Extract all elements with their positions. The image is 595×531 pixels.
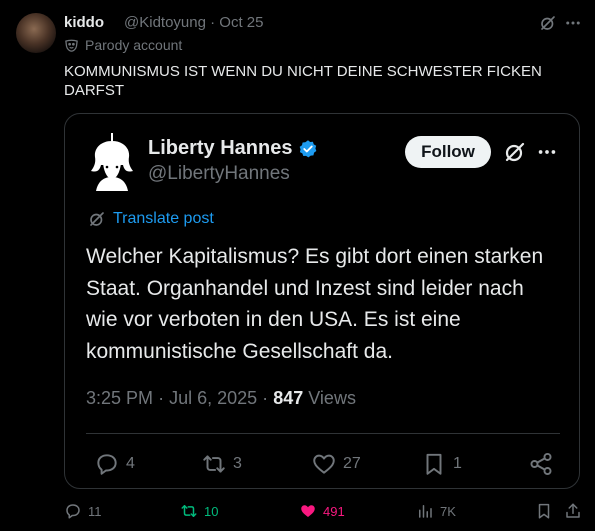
retweet-icon	[201, 451, 227, 477]
quote-views-label: Views	[308, 388, 356, 408]
retweet-icon	[180, 502, 198, 520]
quote-timestamp-row: 3:25 PM · Jul 6, 2025 · 847 Views	[86, 388, 356, 409]
quote-reply-count: 4	[126, 455, 135, 472]
views-icon	[416, 502, 434, 520]
divider	[86, 433, 560, 434]
like-count: 491	[323, 503, 345, 519]
parody-mask-icon	[64, 38, 79, 53]
translate-post-link[interactable]: Translate post	[88, 210, 214, 228]
time-separator: ·	[262, 388, 269, 408]
grok-icon[interactable]	[539, 14, 557, 32]
verified-badge-icon	[298, 139, 318, 159]
reply-icon	[94, 451, 120, 477]
follow-button[interactable]: Follow	[405, 136, 491, 168]
time-separator: ·	[158, 388, 165, 408]
translate-icon	[88, 210, 106, 228]
quote-bookmark-button[interactable]: 1	[421, 451, 462, 477]
quote-date[interactable]: Jul 6, 2025	[169, 388, 257, 408]
bookmark-icon	[535, 502, 553, 520]
tweet-date[interactable]: Oct 25	[219, 14, 263, 31]
grok-icon[interactable]	[503, 140, 527, 164]
bookmark-icon	[421, 451, 447, 477]
author-meta: @Kidtoyung · Oct 25	[124, 14, 263, 31]
reply-icon	[64, 502, 82, 520]
quote-like-button[interactable]: 27	[311, 451, 361, 477]
reply-button[interactable]: 11	[64, 502, 102, 520]
more-icon[interactable]	[536, 141, 558, 163]
parody-label-row: Parody account	[64, 37, 182, 53]
share-icon	[564, 502, 582, 520]
quote-author-avatar[interactable]	[86, 127, 138, 191]
retweet-button[interactable]: 10	[180, 502, 218, 520]
share-icon	[528, 451, 554, 477]
tweet-text: KOMMUNISMUS IST WENN DU NICHT DEINE SCHW…	[64, 63, 542, 99]
parody-label: Parody account	[85, 37, 183, 53]
translate-label[interactable]: Translate post	[113, 210, 214, 228]
author-avatar[interactable]	[16, 13, 56, 53]
quote-retweet-count: 3	[233, 455, 242, 472]
views-button[interactable]: 7K	[416, 502, 456, 520]
quote-like-count: 27	[343, 455, 361, 472]
quote-author-name-row[interactable]: Liberty Hannes	[148, 137, 318, 160]
quote-retweet-button[interactable]: 3	[201, 451, 242, 477]
quote-reply-button[interactable]: 4	[94, 451, 135, 477]
more-icon[interactable]	[564, 14, 582, 32]
quote-share-button[interactable]	[528, 451, 554, 477]
like-button[interactable]: 491	[299, 502, 345, 520]
quote-text: Welcher Kapitalismus? Es gibt dort einen…	[86, 245, 544, 363]
quote-time[interactable]: 3:25 PM	[86, 388, 153, 408]
retweet-count: 10	[204, 503, 219, 519]
bookmark-button[interactable]	[535, 502, 553, 520]
meta-separator: ·	[210, 14, 216, 31]
like-icon	[299, 502, 317, 520]
views-count: 7K	[440, 503, 456, 519]
quote-views-count: 847	[273, 388, 304, 408]
like-icon	[311, 451, 337, 477]
quote-author-handle[interactable]: @LibertyHannes	[148, 163, 290, 185]
quote-author-name[interactable]: Liberty Hannes	[148, 137, 292, 160]
share-button[interactable]	[564, 502, 582, 520]
author-name[interactable]: kiddo	[64, 14, 104, 31]
author-handle[interactable]: @Kidtoyung	[124, 14, 206, 31]
quote-bookmark-count: 1	[453, 455, 462, 472]
reply-count: 11	[88, 503, 102, 519]
